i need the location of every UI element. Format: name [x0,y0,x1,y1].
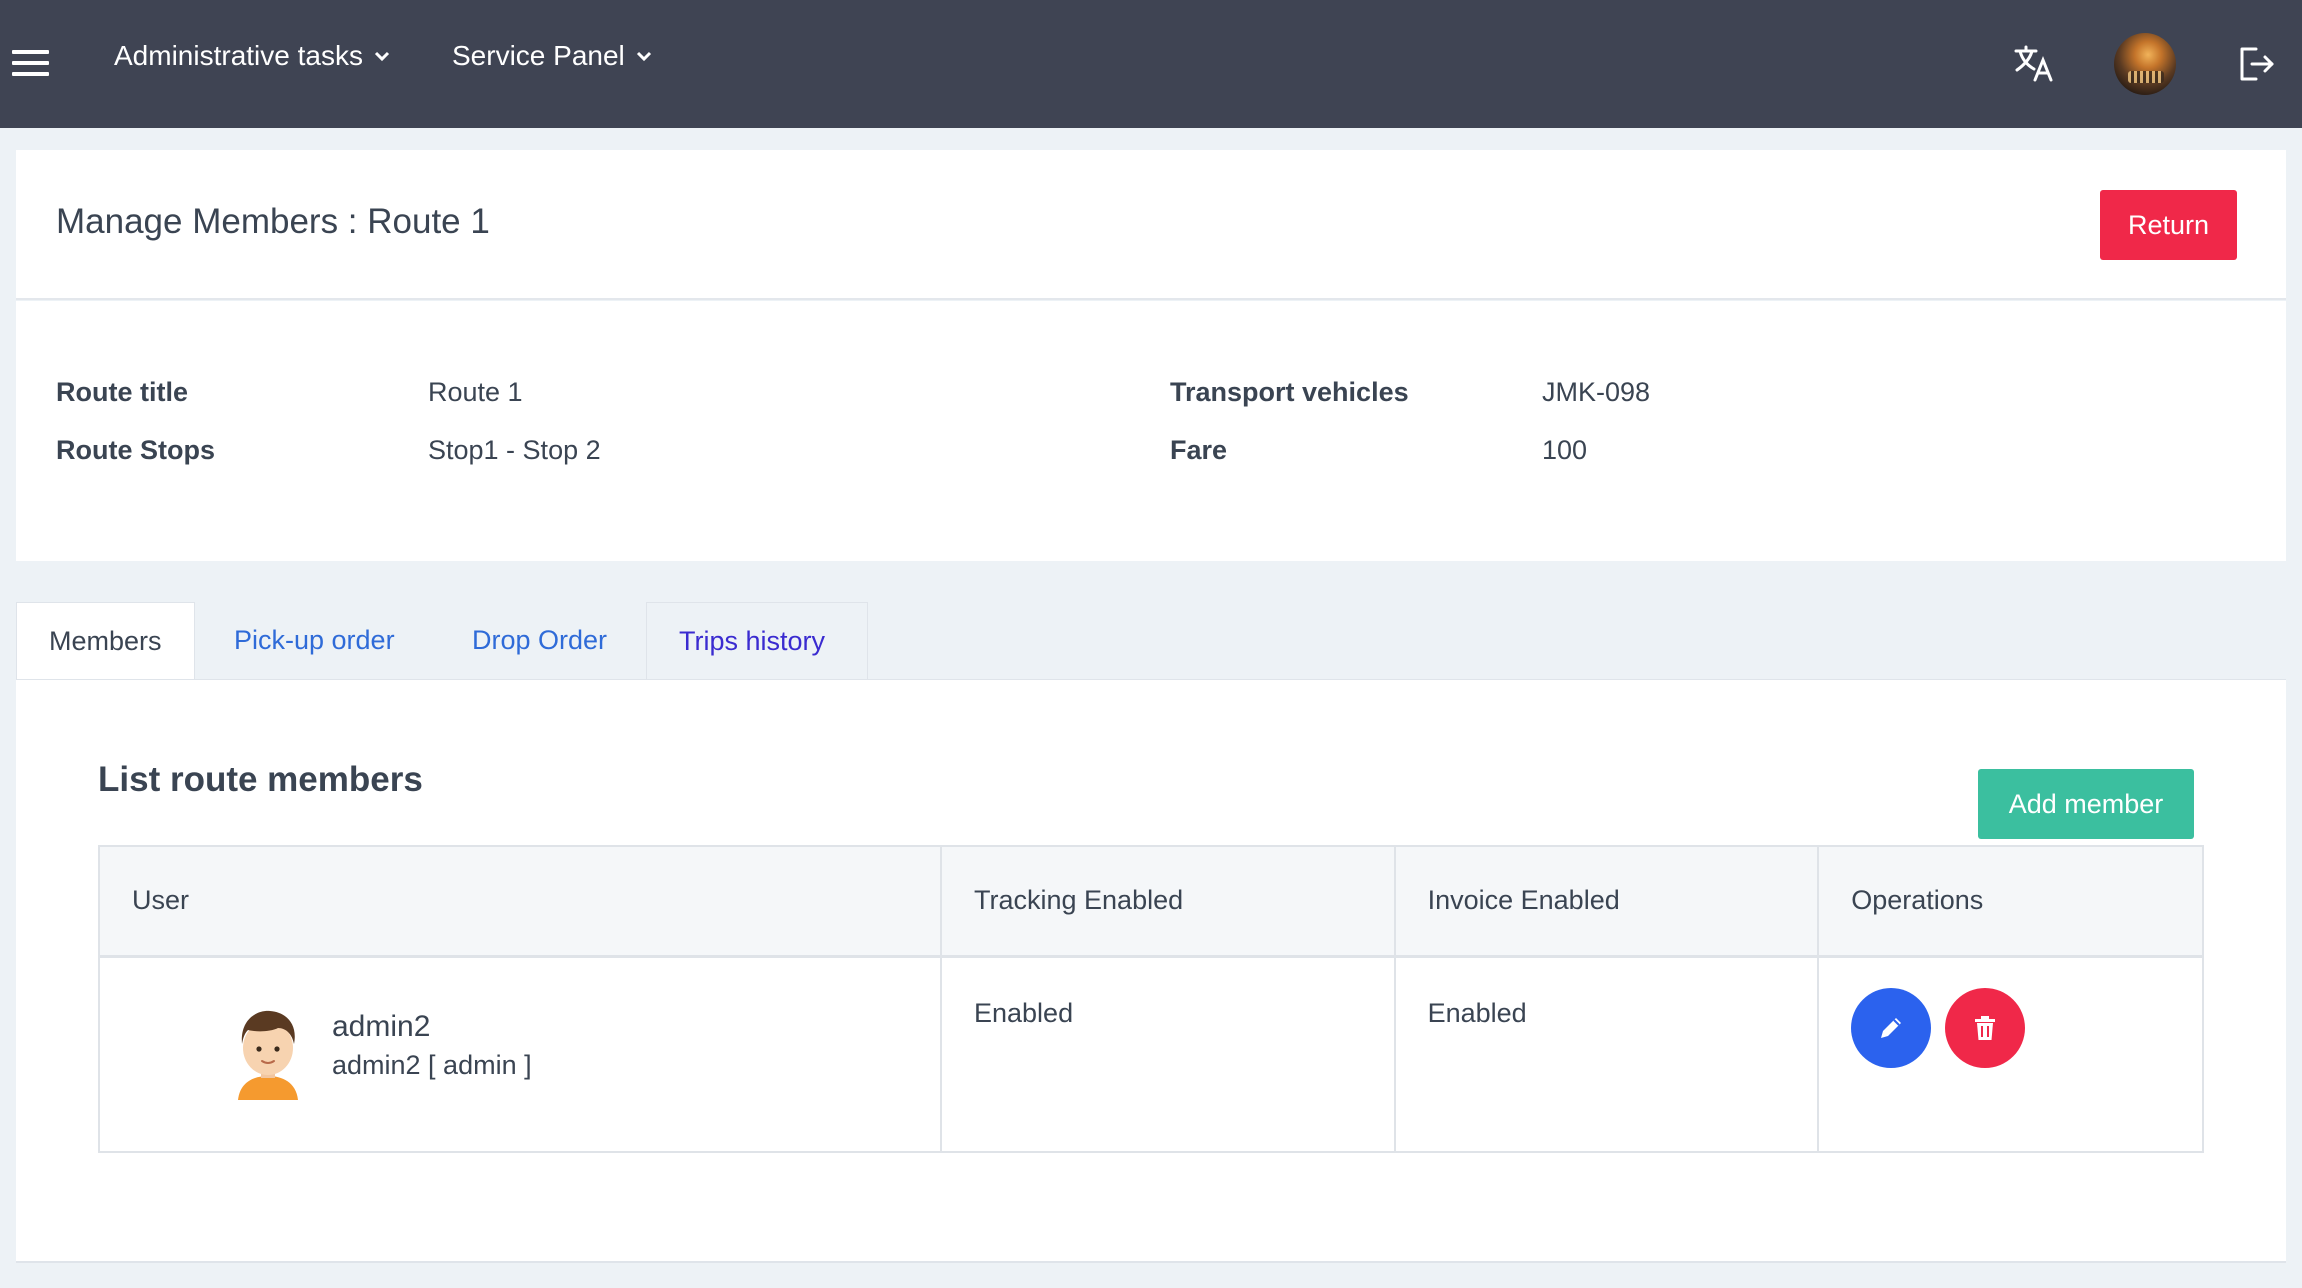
invoice-enabled-cell: Enabled [1393,955,1820,1153]
route-stops-value: Stop1 - Stop 2 [428,435,601,465]
column-header-operations: Operations [1817,845,2204,957]
table-header-row: User Tracking Enabled Invoice Enabled Op… [98,845,2204,957]
transport-vehicles-label: Transport vehicles [1170,377,1409,407]
transport-vehicles-value: JMK-098 [1542,377,1651,407]
add-member-button[interactable]: Add member [1978,769,2194,839]
members-panel: List route members Add member User Track… [16,679,2286,1263]
column-header-user: User [98,845,942,957]
fare-label: Fare [1170,435,1228,465]
fare-value: 100 [1542,435,1588,465]
edit-button[interactable] [1851,987,1932,1068]
members-table: User Tracking Enabled Invoice Enabled Op… [98,845,2204,1153]
route-title-value: Route 1 [428,377,523,407]
route-details-card: Route title Route 1 Route Stops Stop1 - … [16,301,2286,561]
page-header-card: Manage Members : Route 1 Return [16,150,2286,300]
hamburger-icon[interactable] [12,50,49,76]
return-button[interactable]: Return [2100,190,2237,260]
logout-icon[interactable] [2236,44,2276,84]
edit-icon [1881,1017,1902,1038]
user-cell: admin2 admin2 [ admin ] [98,955,942,1153]
tab-pick-up-order[interactable]: Pick-up order [202,602,427,680]
top-navbar: Administrative tasks Service Panel [0,0,2302,128]
route-title-label: Route title [56,377,188,407]
column-header-invoice: Invoice Enabled [1393,845,1820,957]
trash-icon [1974,1015,1995,1040]
tab-trips-history[interactable]: Trips history [646,602,868,680]
tab-drop-order[interactable]: Drop Order [440,602,639,680]
chevron-down-icon [636,51,651,62]
table-row: admin2 admin2 [ admin ] Enabled Enabled [98,955,2204,1153]
panel-title: List route members [98,760,423,799]
administrative-tasks-menu[interactable]: Administrative tasks [114,40,391,72]
translate-icon[interactable] [2014,44,2054,84]
tracking-enabled-cell: Enabled [940,955,1396,1153]
service-panel-label: Service Panel [452,40,625,71]
page-title: Manage Members : Route 1 [56,202,490,241]
operations-cell [1817,955,2204,1153]
delete-button[interactable] [1944,987,2025,1068]
user-avatar-icon [238,1010,298,1100]
user-name[interactable]: admin2 [332,1010,430,1044]
user-avatar[interactable] [2114,33,2176,95]
service-panel-menu[interactable]: Service Panel [452,40,653,72]
route-stops-label: Route Stops [56,435,215,465]
tab-members[interactable]: Members [16,602,195,682]
chevron-down-icon [374,51,390,62]
administrative-tasks-label: Administrative tasks [114,40,363,71]
user-role: admin2 [ admin ] [332,1049,532,1080]
column-header-tracking: Tracking Enabled [940,845,1396,957]
